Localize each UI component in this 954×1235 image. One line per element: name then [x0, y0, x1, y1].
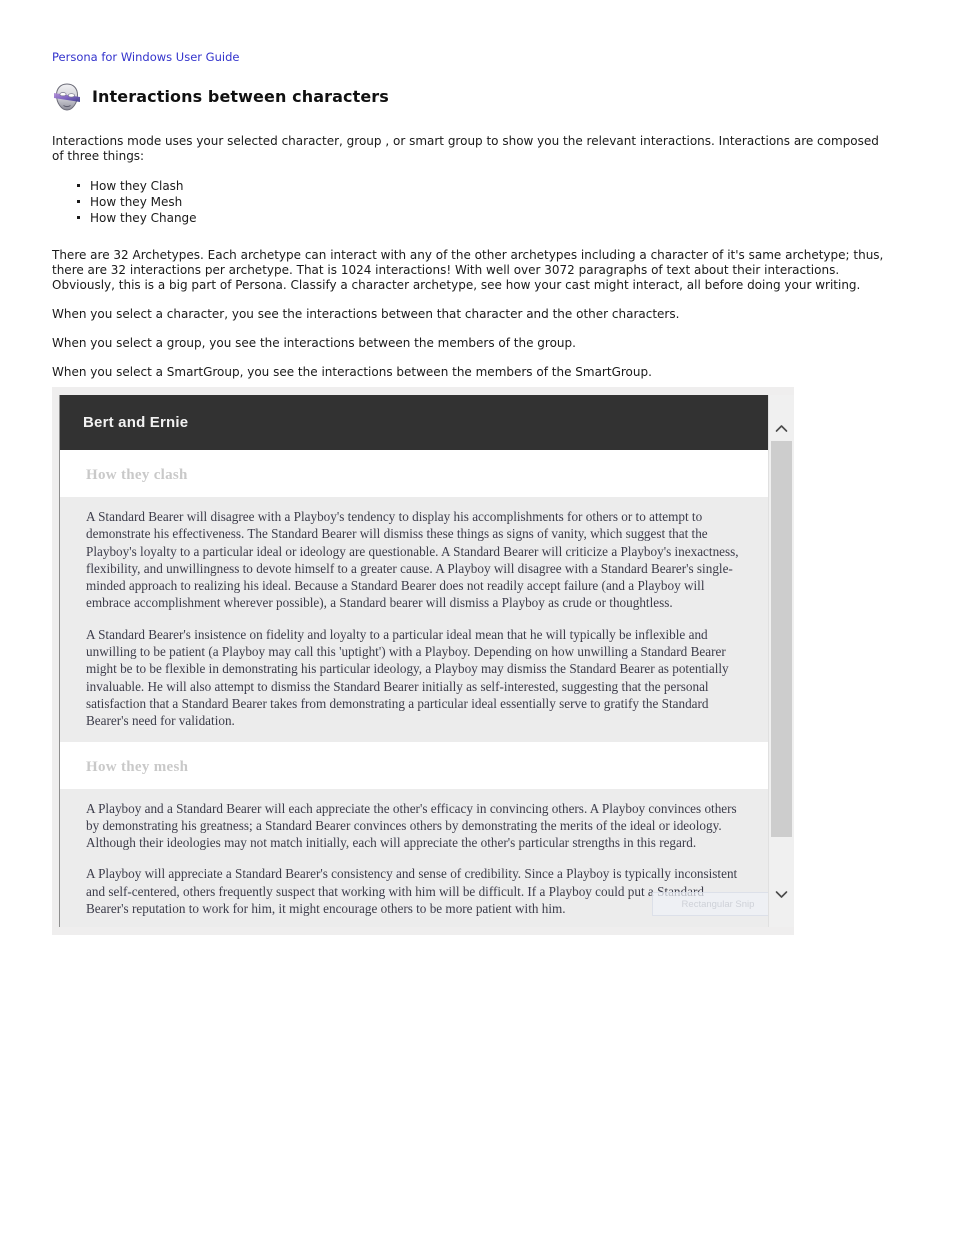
select-group-note: When you select a group, you see the int… — [52, 336, 576, 350]
app-window-content: Bert and Ernie How they clash A Standard… — [60, 395, 769, 927]
archetypes-paragraph: There are 32 Archetypes. Each archetype … — [52, 248, 884, 292]
app-window: Bert and Ernie How they clash A Standard… — [59, 395, 794, 927]
list-item: How they Clash — [77, 178, 912, 194]
paragraph: A Standard Bearer will disagree with a P… — [86, 509, 739, 611]
chevron-up-icon[interactable] — [769, 417, 794, 439]
section-body-mesh: A Playboy and a Standard Bearer will eac… — [60, 788, 769, 927]
sample-interaction-screenshot: Bert and Ernie How they clash A Standard… — [52, 386, 794, 935]
section-heading-mesh: How they mesh — [60, 741, 769, 789]
select-character-note: When you select a character, you see the… — [52, 307, 680, 321]
vertical-scrollbar[interactable] — [768, 395, 794, 927]
breadcrumb-link[interactable]: Persona for Windows User Guide — [52, 50, 239, 64]
scrollbar-thumb[interactable] — [771, 441, 792, 837]
persona-mask-icon — [52, 82, 82, 112]
select-smartgroup-note: When you select a SmartGroup, you see th… — [52, 365, 652, 379]
document-body: Persona for Windows User Guide Interacti… — [52, 50, 912, 423]
app-window-titlebar: Bert and Ernie — [60, 395, 769, 450]
page-heading: Interactions between characters — [52, 82, 912, 112]
list-item: How they Mesh — [77, 194, 912, 210]
intro-paragraph: Interactions mode uses your selected cha… — [52, 134, 879, 163]
app-window-title: Bert and Ernie — [83, 414, 189, 431]
section-heading-clash: How they clash — [60, 450, 769, 497]
paragraph: A Playboy and a Standard Bearer will eac… — [86, 800, 737, 851]
chevron-down-icon[interactable] — [769, 883, 794, 905]
paragraph: A Standard Bearer's insistence on fideli… — [86, 626, 729, 729]
list-item: How they Change — [77, 210, 912, 226]
paragraph: A Playboy will appreciate a Standard Bea… — [86, 866, 738, 917]
interaction-types-list: How they Clash How they Mesh How they Ch… — [52, 178, 912, 226]
page-title: Interactions between characters — [92, 87, 389, 106]
section-body-clash: A Standard Bearer will disagree with a P… — [60, 497, 769, 742]
